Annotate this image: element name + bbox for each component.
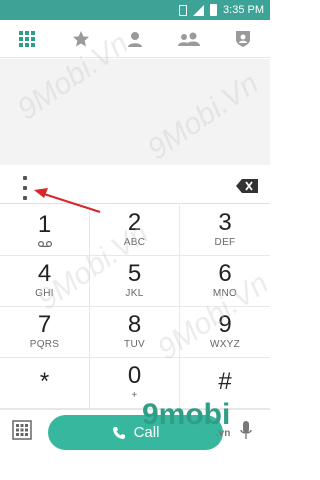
key-letters: MNO bbox=[212, 288, 238, 299]
call-label: Call bbox=[133, 424, 160, 441]
call-history-area bbox=[0, 59, 270, 165]
key-1[interactable]: 1 bbox=[0, 205, 90, 256]
call-button[interactable]: Call bbox=[48, 415, 223, 450]
key-digit: 3 bbox=[218, 209, 232, 236]
key-2[interactable]: 2 ABC bbox=[90, 205, 180, 256]
key-digit: 2 bbox=[127, 209, 142, 236]
signal-icon bbox=[193, 4, 205, 16]
number-display[interactable] bbox=[0, 166, 270, 204]
phone-icon bbox=[112, 426, 125, 439]
key-digit: 5 bbox=[127, 260, 142, 287]
status-bar: 3:35 PM bbox=[0, 0, 270, 20]
star-icon bbox=[73, 30, 89, 46]
key-digit: # bbox=[218, 368, 232, 395]
dialpad: 1 2 ABC 3 DEF 4 GHI 5 JKL 6 MNO 7 PQRS 8… bbox=[0, 205, 270, 409]
shield-person-icon bbox=[236, 30, 250, 47]
key-letters: ABC bbox=[123, 237, 146, 248]
voicemail-icon bbox=[37, 240, 52, 247]
bottom-action-bar: Call bbox=[0, 409, 270, 480]
group-icon bbox=[178, 32, 200, 46]
tab-favorites[interactable] bbox=[54, 20, 108, 57]
battery-icon bbox=[210, 4, 218, 16]
person-icon bbox=[128, 31, 142, 47]
tab-contacts[interactable] bbox=[108, 20, 162, 57]
key-digit: 7 bbox=[37, 311, 52, 338]
more-options-icon[interactable] bbox=[20, 176, 30, 200]
key-8[interactable]: 8 TUV bbox=[90, 307, 180, 358]
tab-groups[interactable] bbox=[162, 20, 216, 57]
key-letters: + bbox=[131, 390, 138, 401]
key-letters: DEF bbox=[214, 237, 236, 248]
status-time: 3:35 PM bbox=[223, 4, 264, 16]
key-hash[interactable]: # bbox=[180, 358, 270, 409]
key-letters: GHI bbox=[35, 288, 54, 299]
key-digit: 6 bbox=[218, 260, 232, 287]
key-digit: 0 bbox=[127, 362, 142, 389]
key-3[interactable]: 3 DEF bbox=[180, 205, 270, 256]
key-letters: PQRS bbox=[29, 339, 60, 350]
microphone-icon[interactable] bbox=[240, 420, 252, 442]
key-digit: 1 bbox=[37, 210, 52, 238]
key-star[interactable]: * bbox=[0, 358, 90, 409]
hide-dialpad-icon[interactable] bbox=[12, 420, 32, 440]
key-digit: * bbox=[39, 368, 50, 395]
key-6[interactable]: 6 MNO bbox=[180, 256, 270, 307]
key-7[interactable]: 7 PQRS bbox=[0, 307, 90, 358]
tab-dialpad[interactable] bbox=[0, 20, 54, 57]
key-9[interactable]: 9 WXYZ bbox=[180, 307, 270, 358]
key-digit: 8 bbox=[127, 311, 142, 338]
key-digit: 9 bbox=[218, 311, 232, 338]
tab-bar bbox=[0, 20, 270, 58]
grid-icon bbox=[19, 30, 35, 47]
key-letters: TUV bbox=[124, 339, 145, 350]
key-letters: JKL bbox=[125, 288, 144, 299]
tab-block[interactable] bbox=[216, 20, 270, 57]
vibrate-icon bbox=[179, 4, 188, 16]
key-5[interactable]: 5 JKL bbox=[90, 256, 180, 307]
key-0[interactable]: 0 + bbox=[90, 358, 180, 409]
key-letters: WXYZ bbox=[209, 339, 241, 350]
key-4[interactable]: 4 GHI bbox=[0, 256, 90, 307]
key-digit: 4 bbox=[37, 260, 52, 287]
backspace-icon[interactable] bbox=[236, 179, 258, 193]
